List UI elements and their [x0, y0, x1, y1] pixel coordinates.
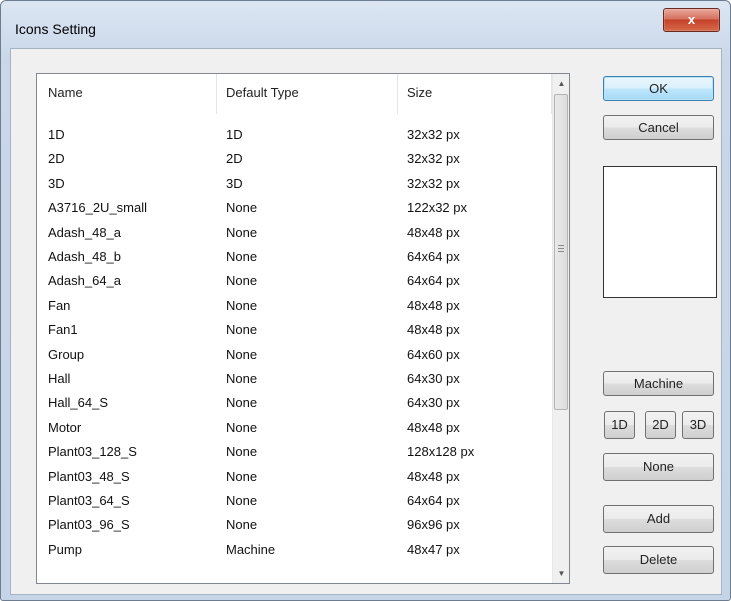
cell-default-type: None [226, 444, 258, 460]
cell-default-type: 1D [226, 127, 243, 142]
machine-button[interactable]: Machine [603, 371, 714, 396]
scrollbar-thumb[interactable] [554, 94, 568, 410]
cell-size: 64x30 px [407, 395, 460, 411]
cell-size: 32x32 px [407, 175, 460, 191]
table-row[interactable]: A3716_2U_small None 122x32 px [37, 197, 552, 218]
column-header-default-type[interactable]: Default Type [226, 85, 299, 100]
table-row[interactable]: Plant03_48_S None 48x48 px [37, 466, 552, 487]
none-button[interactable]: None [603, 453, 714, 481]
cell-default-type: None [226, 395, 258, 411]
cell-size: 64x64 px [407, 273, 460, 289]
cell-size: 96x96 px [407, 517, 460, 533]
table-row[interactable]: Adash_48_a None 48x48 px [37, 222, 552, 243]
cell-name: A3716_2U_small [48, 200, 148, 216]
table-row[interactable]: Adash_64_a None 64x64 px [37, 270, 552, 291]
cell-size: 48x48 px [407, 322, 460, 338]
cell-size: 32x32 px [407, 127, 460, 142]
cell-size: 64x60 px [407, 346, 460, 362]
dialog-client-area: Name Default Type Size 1D 1D 32x32 px 2D 2D 3… [10, 48, 722, 595]
cell-size: 64x64 px [407, 493, 460, 508]
table-row[interactable]: Plant03_128_S None 128x128 px [37, 441, 552, 462]
table-row[interactable]: 3D 3D 32x32 px [37, 173, 552, 194]
table-row[interactable]: Adash_48_b None 64x64 px [37, 246, 552, 267]
cell-size: 48x48 px [407, 297, 460, 313]
cell-default-type: None [226, 371, 258, 386]
type-2d-button[interactable]: 2D [645, 411, 676, 439]
cell-size: 48x48 px [407, 419, 460, 435]
cell-name: Adash_48_b [48, 249, 122, 264]
table-row[interactable]: 2D 2D 32x32 px [37, 148, 552, 169]
close-button[interactable]: x [663, 8, 720, 32]
table-row[interactable]: Motor None 48x48 px [37, 417, 552, 438]
cell-default-type: 3D [226, 175, 243, 191]
cell-name: Motor [48, 419, 82, 435]
cell-name: Hall [48, 371, 71, 386]
list-header: Name Default Type Size [37, 74, 569, 114]
cell-default-type: None [226, 322, 258, 338]
cell-default-type: None [226, 419, 258, 435]
vertical-scrollbar[interactable]: ▲ ▼ [552, 74, 569, 583]
cell-name: Fan [48, 297, 71, 313]
cell-default-type: None [226, 517, 258, 533]
window-title: Icons Setting [15, 21, 96, 37]
column-divider[interactable] [397, 74, 398, 114]
column-divider[interactable] [216, 74, 217, 114]
table-row[interactable]: Fan1 None 48x48 px [37, 319, 552, 340]
cell-default-type: None [226, 493, 258, 508]
table-row[interactable]: Plant03_64_S None 64x64 px [37, 490, 552, 511]
table-row[interactable]: Plant03_96_S None 96x96 px [37, 514, 552, 535]
cell-name: Adash_64_a [48, 273, 122, 289]
table-row[interactable]: Hall_64_S None 64x30 px [37, 392, 552, 413]
cell-default-type: Machine [226, 541, 276, 557]
cell-name: Hall_64_S [48, 395, 108, 411]
add-button[interactable]: Add [603, 505, 714, 533]
cell-default-type: None [226, 468, 258, 484]
column-header-name[interactable]: Name [48, 85, 83, 100]
cell-default-type: None [226, 346, 258, 362]
table-row[interactable]: Hall None 64x30 px [37, 368, 552, 389]
cell-size: 48x48 px [407, 224, 460, 240]
cell-size: 122x32 px [407, 200, 467, 216]
cell-name: Plant03_128_S [48, 444, 137, 460]
cell-name: Adash_48_a [48, 224, 122, 240]
cell-size: 48x48 px [407, 468, 460, 484]
table-row[interactable]: Group None 64x60 px [37, 344, 552, 365]
column-header-size[interactable]: Size [407, 85, 432, 100]
icons-list-view[interactable]: Name Default Type Size 1D 1D 32x32 px 2D 2D 3… [36, 73, 570, 584]
cell-size: 128x128 px [407, 444, 475, 460]
scroll-down-arrow-icon[interactable]: ▼ [553, 565, 569, 582]
cell-name: Plant03_64_S [48, 493, 130, 508]
cell-name: Group [48, 346, 85, 362]
cell-default-type: None [226, 224, 258, 240]
cell-size: 64x30 px [407, 371, 460, 386]
cell-size: 64x64 px [407, 249, 460, 264]
cell-name: Plant03_96_S [48, 517, 130, 533]
icon-preview [603, 166, 717, 298]
cell-size: 32x32 px [407, 151, 460, 167]
cell-default-type: None [226, 249, 258, 264]
table-row[interactable]: Pump Machine 48x47 px [37, 539, 552, 560]
cell-name: Plant03_48_S [48, 468, 130, 484]
grip-icon [558, 245, 564, 253]
close-icon: x [687, 12, 696, 27]
icons-setting-dialog: Icons Setting x Name Default Type Size 1… [0, 0, 731, 601]
cell-default-type: None [226, 200, 258, 216]
cell-default-type: None [226, 273, 258, 289]
ok-button[interactable]: OK [603, 76, 714, 101]
scroll-up-arrow-icon[interactable]: ▲ [553, 75, 569, 92]
cell-name: 3D [48, 175, 65, 191]
cancel-button[interactable]: Cancel [603, 115, 714, 140]
type-3d-button[interactable]: 3D [682, 411, 714, 439]
delete-button[interactable]: Delete [603, 546, 714, 574]
cell-default-type: None [226, 297, 258, 313]
cell-name: Fan1 [48, 322, 78, 338]
cell-name: 1D [48, 127, 65, 142]
type-1d-button[interactable]: 1D [604, 411, 635, 439]
cell-size: 48x47 px [407, 541, 460, 557]
table-row[interactable]: 1D 1D 32x32 px [37, 124, 552, 145]
cell-name: 2D [48, 151, 65, 167]
table-row[interactable]: Fan None 48x48 px [37, 295, 552, 316]
cell-default-type: 2D [226, 151, 243, 167]
cell-name: Pump [48, 541, 82, 557]
